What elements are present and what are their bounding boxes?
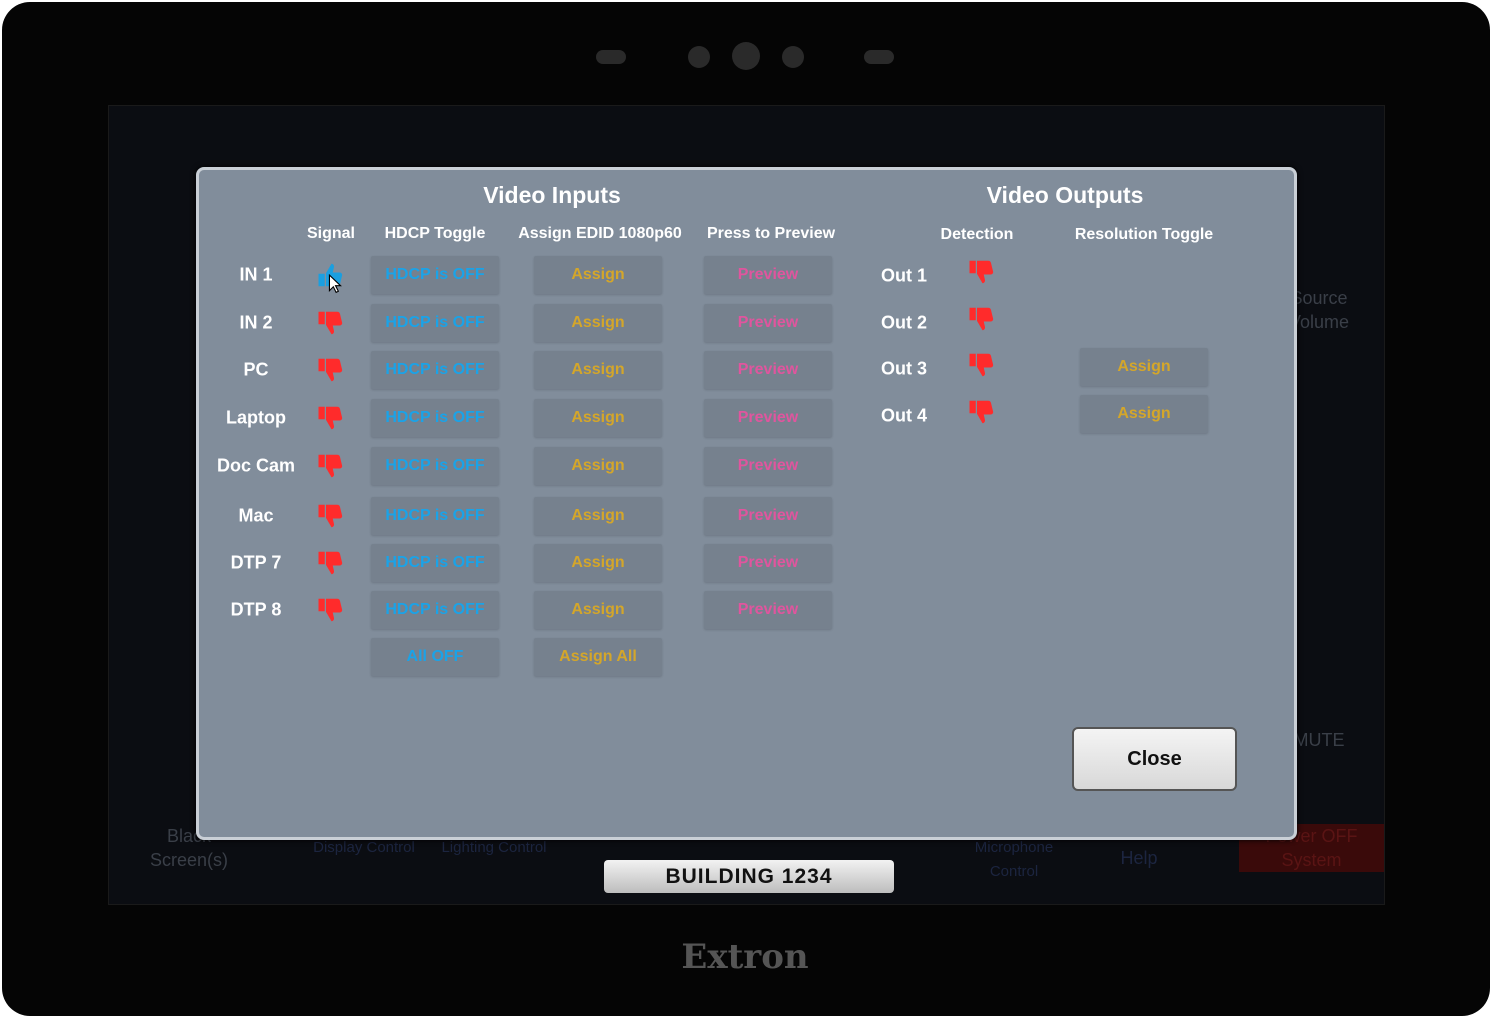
camera-icon [732, 42, 760, 70]
extron-logo: Extron [681, 937, 809, 977]
preview-button[interactable]: Preview [704, 304, 832, 342]
sensor-icon [782, 46, 804, 68]
detection-header: Detection [940, 226, 1014, 243]
room-name-label: BUILDING 1234 [604, 860, 894, 893]
assign-edid-button[interactable]: Assign [534, 544, 662, 582]
thumbs-down-icon [967, 397, 997, 427]
assign-edid-header: Assign EDID 1080p60 [518, 225, 682, 242]
hdcp-toggle-button[interactable]: HDCP is OFF [371, 304, 499, 342]
output-label: Out 3 [880, 358, 928, 379]
preview-button[interactable]: Preview [704, 256, 832, 294]
preview-button[interactable]: Preview [704, 399, 832, 437]
assign-edid-button[interactable]: Assign [534, 351, 662, 389]
assign-edid-button[interactable]: Assign [534, 497, 662, 535]
video-outputs-title: Video Outputs [986, 182, 1144, 208]
thumbs-down-icon [967, 304, 997, 334]
hdcp-toggle-button[interactable]: HDCP is OFF [371, 591, 499, 629]
hdcp-toggle-button[interactable]: HDCP is OFF [371, 351, 499, 389]
microphone-control-button[interactable]: Microphone Control [954, 836, 1074, 884]
sensor-icon [688, 46, 710, 68]
preview-button[interactable]: Preview [704, 497, 832, 535]
thumbs-down-icon [316, 451, 346, 481]
preview-button[interactable]: Preview [704, 351, 832, 389]
input-label: Laptop [226, 407, 286, 428]
assign-edid-button[interactable]: Assign [534, 256, 662, 294]
resolution-toggle-header: Resolution Toggle [1074, 226, 1214, 243]
assign-edid-button[interactable]: Assign [534, 304, 662, 342]
hdcp-toggle-button[interactable]: HDCP is OFF [371, 399, 499, 437]
assign-edid-button[interactable]: Assign [534, 399, 662, 437]
thumbs-down-icon [967, 257, 997, 287]
assign-edid-button[interactable]: Assign [534, 447, 662, 485]
thumbs-down-icon [316, 403, 346, 433]
assign-all-button[interactable]: Assign All [534, 638, 662, 676]
hdcp-toggle-header: HDCP Toggle [384, 225, 486, 242]
preview-button[interactable]: Preview [704, 544, 832, 582]
thumbs-down-icon [316, 355, 346, 385]
video-inputs-title: Video Inputs [483, 182, 621, 208]
thumbs-down-icon [967, 350, 997, 380]
resolution-assign-button[interactable]: Assign [1080, 348, 1208, 386]
input-label: Doc Cam [216, 455, 296, 476]
hdcp-toggle-button[interactable]: HDCP is OFF [371, 544, 499, 582]
all-off-button[interactable]: All OFF [371, 638, 499, 676]
help-button[interactable]: Help [1089, 846, 1189, 870]
hdcp-toggle-button[interactable]: HDCP is OFF [371, 447, 499, 485]
thumbs-down-icon [316, 548, 346, 578]
output-label: Out 2 [880, 312, 928, 333]
thumbs-down-icon [316, 501, 346, 531]
input-label: DTP 8 [230, 599, 282, 620]
video-routing-dialog: Video Inputs Video Outputs Signal HDCP T… [196, 167, 1297, 840]
preview-button[interactable]: Preview [704, 447, 832, 485]
sensor-icon [596, 50, 626, 64]
input-label: IN 2 [239, 312, 273, 333]
thumbs-down-icon [316, 308, 346, 338]
hdcp-toggle-button[interactable]: HDCP is OFF [371, 497, 499, 535]
input-label: DTP 7 [230, 552, 282, 573]
hdcp-toggle-button[interactable]: HDCP is OFF [371, 256, 499, 294]
input-label: IN 1 [239, 264, 273, 285]
preview-button[interactable]: Preview [704, 591, 832, 629]
signal-header: Signal [306, 225, 356, 242]
resolution-assign-button[interactable]: Assign [1080, 395, 1208, 433]
output-label: Out 4 [880, 405, 928, 426]
input-label: Mac [238, 505, 274, 526]
press-to-preview-header: Press to Preview [706, 225, 836, 242]
mouse-cursor-icon [328, 273, 358, 304]
close-button[interactable]: Close [1072, 727, 1237, 791]
assign-edid-button[interactable]: Assign [534, 591, 662, 629]
thumbs-down-icon [316, 595, 346, 625]
sensor-icon [864, 50, 894, 64]
output-label: Out 1 [880, 265, 928, 286]
input-label: PC [243, 359, 269, 380]
